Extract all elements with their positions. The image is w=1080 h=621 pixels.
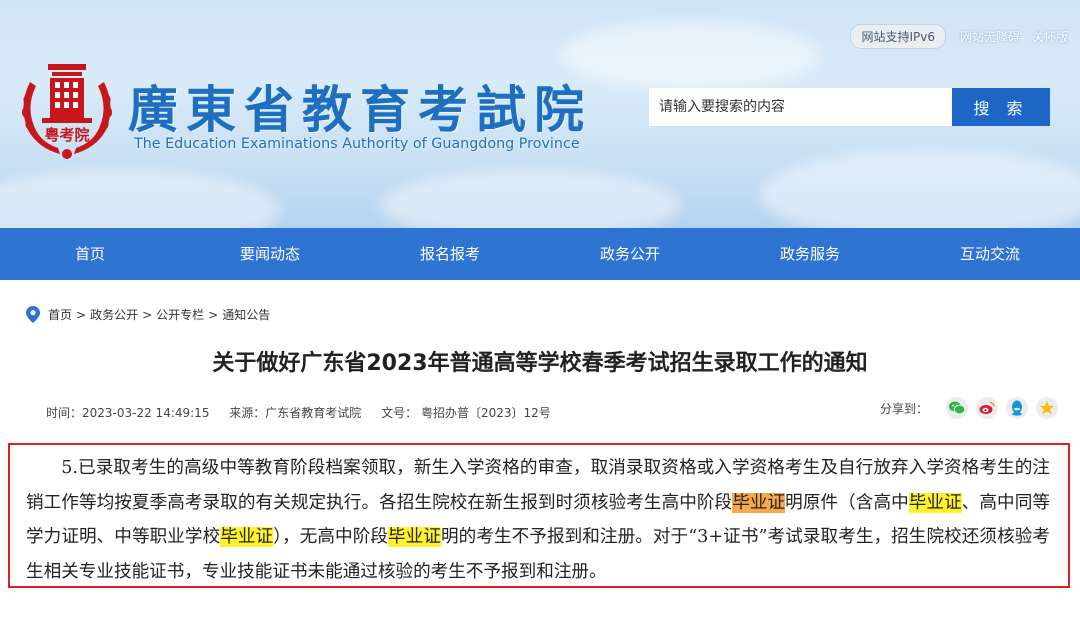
ipv6-badge: 网站支持IPv6 (850, 24, 946, 49)
cloud-decoration (380, 170, 680, 228)
breadcrumb-separator: > (142, 307, 153, 322)
paragraph-text: ），无高中阶段 (273, 527, 389, 547)
nav-item-gov-affairs[interactable]: 政务公开 (540, 228, 720, 280)
wechat-icon[interactable] (946, 397, 969, 419)
weibo-icon[interactable] (976, 397, 999, 419)
cloud-decoration (0, 170, 280, 228)
cloud-decoration (560, 20, 820, 90)
site-name-english: The Education Examinations Authority of … (134, 136, 580, 152)
svg-text:粤考院: 粤考院 (44, 126, 89, 144)
nav-item-interaction[interactable]: 互动交流 (900, 228, 1080, 280)
share-label: 分享到： (880, 401, 929, 416)
nav-item-home[interactable]: 首页 (0, 228, 180, 280)
article-paragraph: 5.已录取考生的高级中等教育阶段档案领取，新生入学资格的审查，取消录取资格或入学… (26, 451, 1050, 589)
breadcrumb-gov-affairs[interactable]: 政务公开 (90, 306, 138, 323)
qq-icon[interactable] (1006, 397, 1029, 419)
main-nav: 首页 要闻动态 报名报考 政务公开 政务服务 互动交流 (0, 228, 1080, 280)
site-emblem-icon[interactable]: 粤考院 (14, 54, 120, 162)
highlighted-term: 毕业证 (388, 527, 441, 547)
site-name-chinese: 廣東省教育考試院 (128, 80, 592, 139)
nav-item-news[interactable]: 要闻动态 (180, 228, 360, 280)
nav-item-registration[interactable]: 报名报考 (360, 228, 540, 280)
highlighted-term: 毕业证 (220, 527, 274, 547)
paragraph-text: 明原件（含高中 (785, 492, 909, 513)
breadcrumb-notices[interactable]: 通知公告 (222, 306, 270, 323)
breadcrumb-home[interactable]: 首页 (48, 306, 72, 323)
article-source: 来源：广东省教育考试院 (229, 406, 362, 420)
highlighted-term: 毕业证 (908, 492, 962, 513)
site-header: 网站支持IPv6 网站无障碍 关怀版 粤考院 廣東省教育考試院 The Educ… (0, 0, 1080, 228)
top-links-bar: 网站支持IPv6 网站无障碍 关怀版 (850, 24, 1080, 49)
document-number: 文号： 粤招办普〔2023〕12号 (381, 406, 551, 420)
nav-item-gov-services[interactable]: 政务服务 (720, 228, 900, 280)
search-button[interactable]: 搜 索 (952, 88, 1050, 126)
article-meta: 时间：2023-03-22 14:49:15 来源：广东省教育考试院 文号： 粤… (46, 404, 567, 421)
breadcrumb: 首页 > 政务公开 > 公开专栏 > 通知公告 (26, 306, 270, 323)
publish-time: 时间：2023-03-22 14:49:15 (46, 406, 210, 420)
care-mode-link[interactable]: 关怀版 (1032, 28, 1068, 45)
accessibility-link[interactable]: 网站无障碍 (960, 28, 1020, 45)
breadcrumb-separator: > (76, 307, 87, 322)
breadcrumb-separator: > (208, 307, 219, 322)
location-pin-icon (26, 306, 40, 323)
share-bar: 分享到： (880, 397, 1059, 419)
qzone-icon[interactable] (1036, 397, 1059, 419)
article-title: 关于做好广东省2023年普通高等学校春季考试招生录取工作的通知 (212, 351, 868, 376)
search-input[interactable] (649, 88, 952, 126)
breadcrumb-public-column[interactable]: 公开专栏 (156, 306, 204, 323)
cloud-decoration (760, 150, 1080, 228)
highlighted-term: 毕业证 (732, 492, 786, 513)
